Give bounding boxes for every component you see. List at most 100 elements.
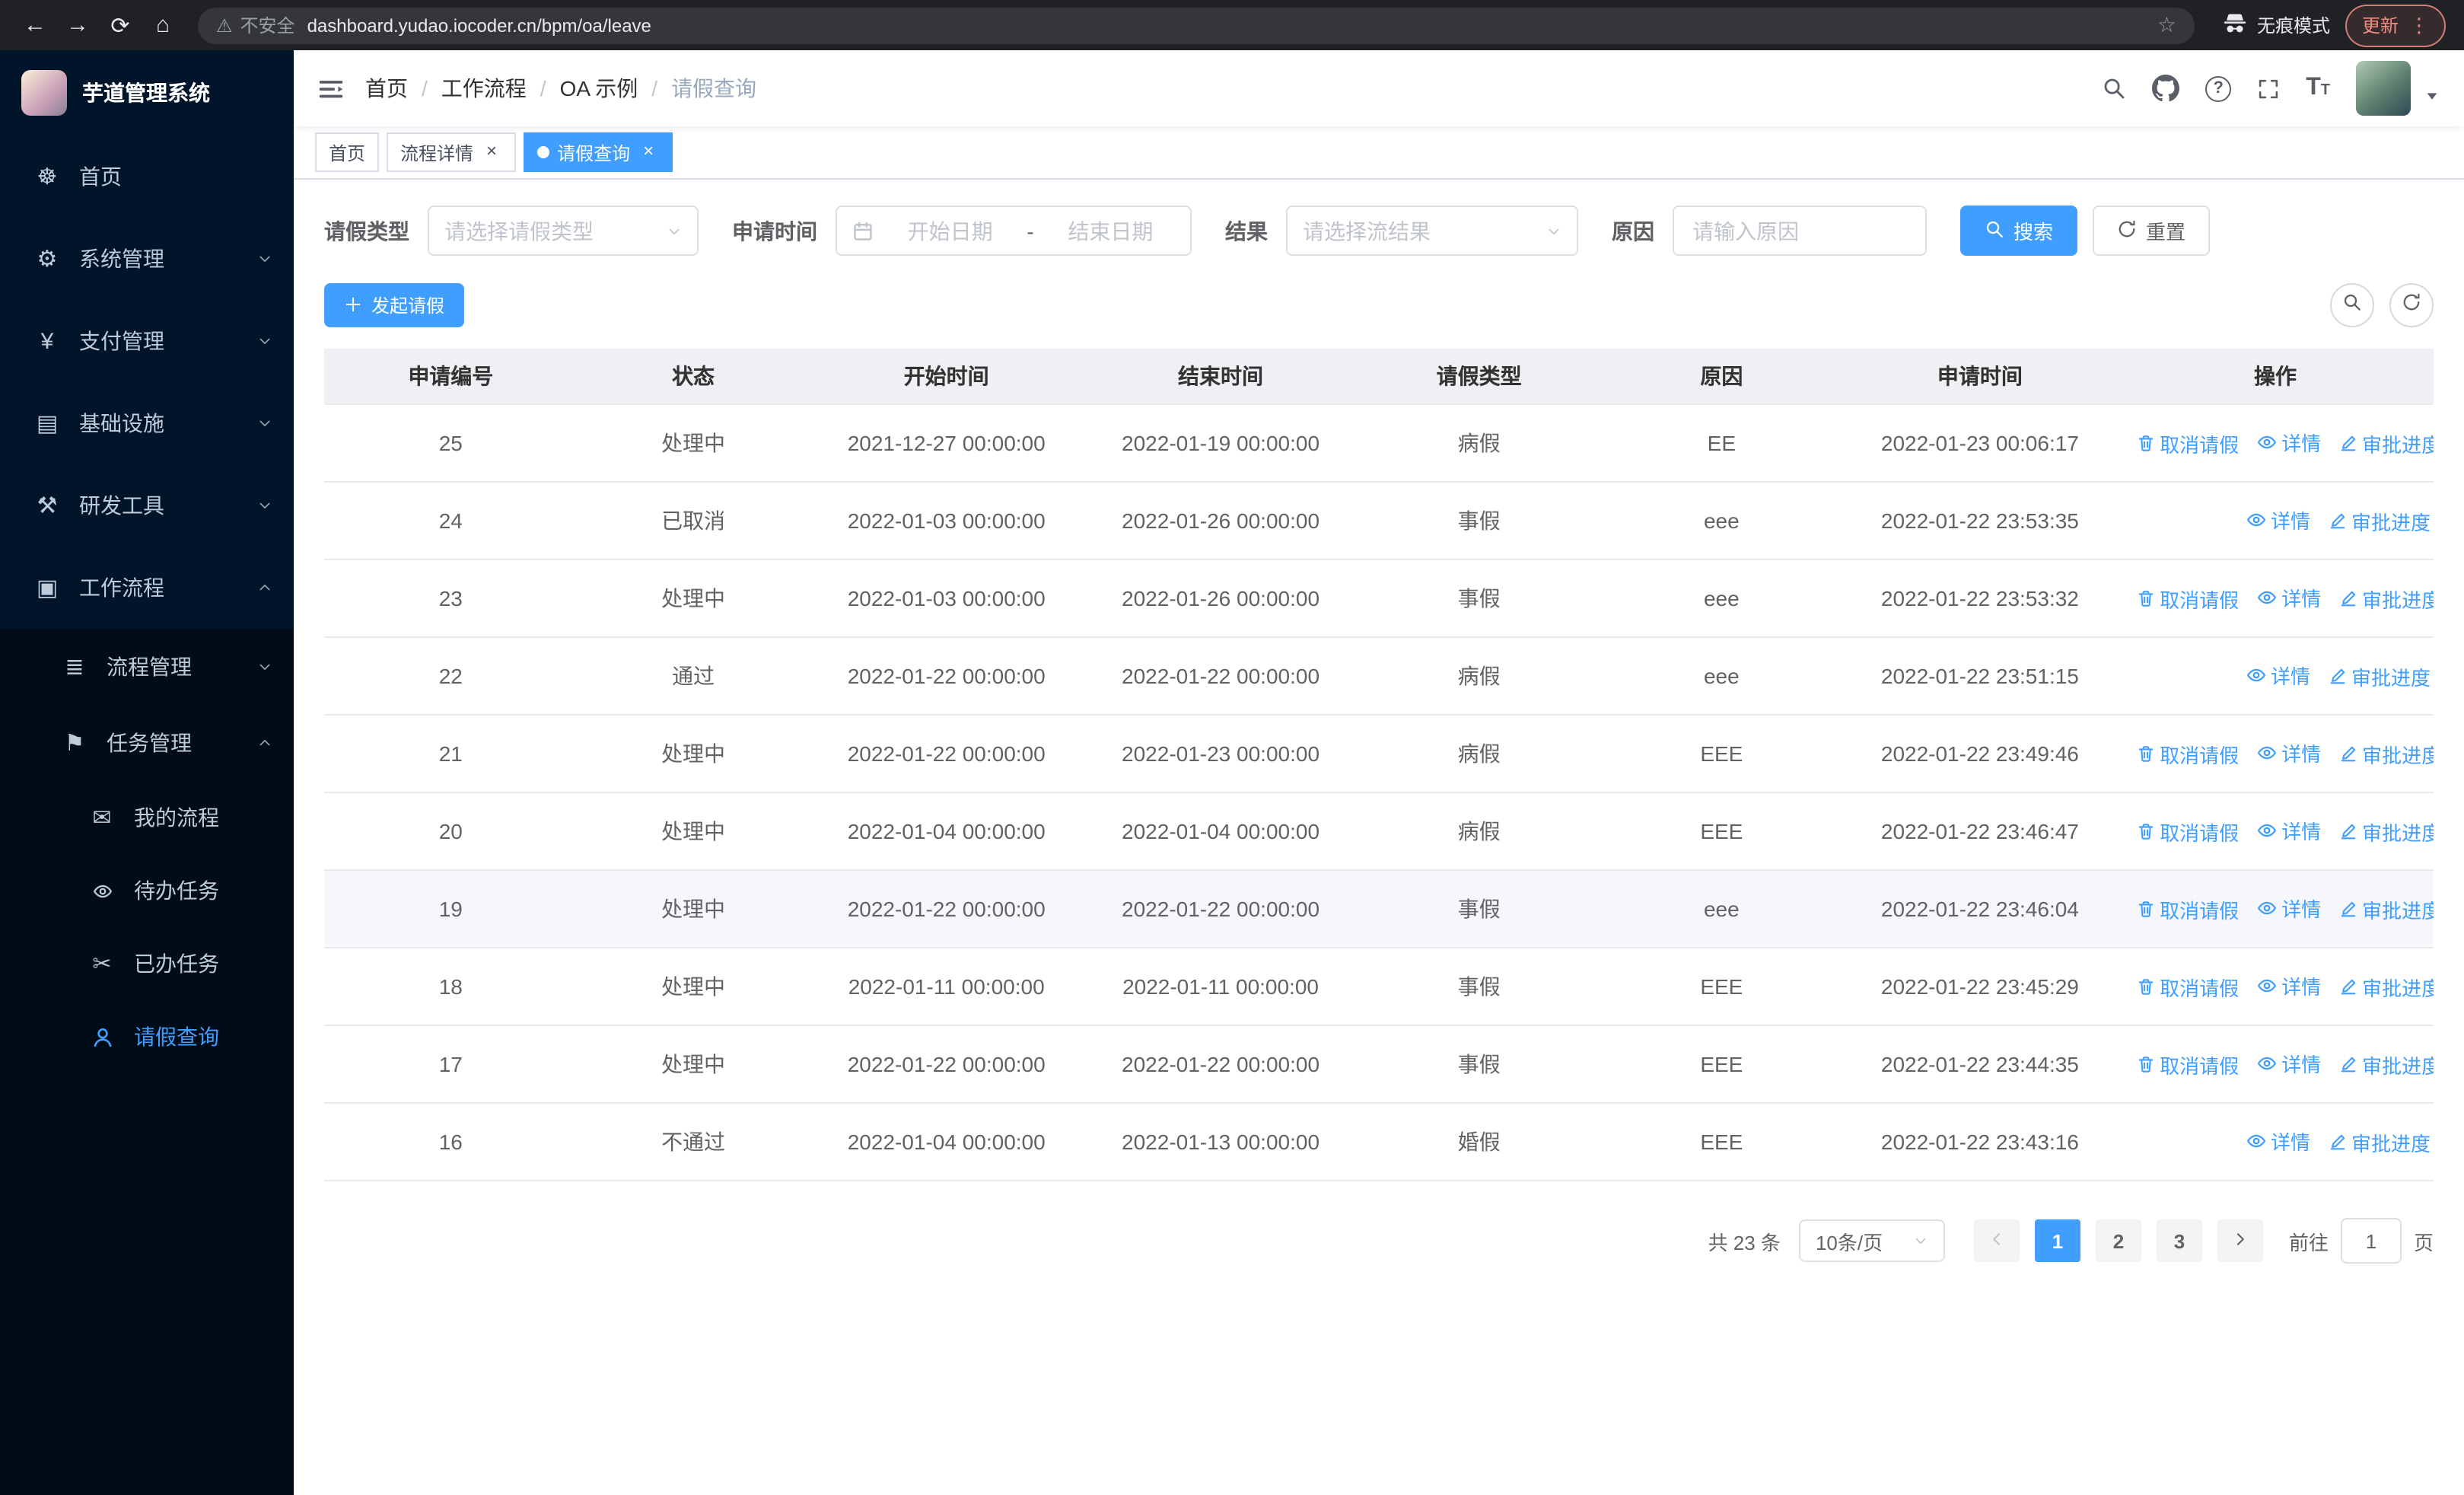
table-cell: 事假 [1358, 948, 1600, 1026]
hamburger-icon[interactable] [318, 75, 344, 101]
create-leave-button[interactable]: 发起请假 [324, 283, 465, 327]
fullscreen-icon[interactable] [2257, 77, 2280, 100]
bookmark-star-icon[interactable]: ☆ [2157, 12, 2176, 38]
table-cell: 事假 [1358, 482, 1600, 560]
address-bar[interactable]: ⚠ 不安全 dashboard.yudao.iocoder.cn/bpm/oa/… [198, 7, 2195, 43]
sidebar-filler [0, 1073, 294, 1495]
forward-button[interactable]: → [58, 5, 97, 45]
github-icon[interactable] [2152, 75, 2180, 102]
sidebar-item-task-management[interactable]: ⚑ 任务管理 [0, 705, 294, 781]
reset-button[interactable]: 重置 [2093, 206, 2211, 256]
col-status: 状态 [577, 349, 810, 405]
page-button-2[interactable]: 2 [2095, 1219, 2141, 1262]
table-cell: 2022-01-03 00:00:00 [809, 559, 1084, 638]
next-page-button[interactable] [2217, 1219, 2263, 1262]
back-button[interactable]: ← [15, 5, 55, 45]
update-button[interactable]: 更新 ⋮ [2345, 4, 2446, 46]
table-cell: EEE [1600, 948, 1843, 1026]
detail-link[interactable]: 详情 [2257, 739, 2321, 768]
sidebar-item-process-management[interactable]: ≣ 流程管理 [0, 629, 294, 705]
approval-progress-link[interactable]: 审批进度 [2339, 1050, 2434, 1079]
sidebar-item-infrastructure[interactable]: ▤ 基础设施 [0, 382, 294, 464]
page-button-1[interactable]: 1 [2034, 1219, 2080, 1262]
browser-menu-dots-icon[interactable]: ⋮ [2409, 13, 2429, 37]
sidebar-item-system[interactable]: ⚙ 系统管理 [0, 218, 294, 300]
breadcrumb-item[interactable]: 首页 [365, 73, 408, 104]
actions-cell: 取消请假 详情 审批进度 [2117, 715, 2434, 793]
result-select[interactable]: 请选择流结果 [1286, 206, 1578, 256]
sidebar-item-workflow[interactable]: ▣ 工作流程 [0, 547, 294, 629]
security-chip[interactable]: ⚠ 不安全 [216, 12, 295, 38]
reason-input[interactable] [1673, 206, 1927, 256]
approval-progress-link[interactable]: 审批进度 [2339, 429, 2434, 458]
sidebar-item-leave-query[interactable]: 请假查询 [0, 1000, 294, 1073]
cancel-leave-link[interactable]: 取消请假 [2137, 818, 2239, 846]
help-icon[interactable]: ? [2205, 75, 2232, 101]
detail-link[interactable]: 详情 [2246, 661, 2310, 690]
tab-close-icon[interactable]: × [638, 141, 659, 163]
user-avatar[interactable] [2356, 61, 2411, 116]
approval-progress-link[interactable]: 审批进度 [2339, 740, 2434, 769]
leave-type-label: 请假类型 [324, 218, 409, 243]
refresh-table-button[interactable] [2389, 283, 2434, 327]
logo-image [21, 70, 67, 116]
chevron-down-icon [257, 659, 272, 674]
tab-close-icon[interactable]: × [481, 141, 502, 163]
sidebar-item-label: 基础设施 [79, 411, 164, 435]
approval-progress-link[interactable]: 审批进度 [2339, 818, 2434, 846]
cancel-leave-link[interactable]: 取消请假 [2137, 740, 2239, 769]
approval-progress-link[interactable]: 审批进度 [2329, 507, 2431, 536]
cancel-leave-link[interactable]: 取消请假 [2137, 585, 2239, 614]
search-button[interactable]: 搜索 [1960, 206, 2078, 256]
page-size-select[interactable]: 10条/页 [1798, 1219, 1945, 1262]
font-size-icon[interactable]: TT [2306, 75, 2330, 100]
view-tab-leave-query[interactable]: 请假查询 × [524, 132, 673, 172]
actions-cell: 取消请假 详情 审批进度 [2117, 948, 2434, 1026]
view-tab-process-detail[interactable]: 流程详情 × [387, 132, 517, 172]
home-button[interactable]: ⌂ [143, 5, 183, 45]
sidebar-item-my-processes[interactable]: ✉ 我的流程 [0, 781, 294, 854]
table-cell: 2022-01-22 00:00:00 [809, 637, 1084, 716]
approval-progress-link[interactable]: 审批进度 [2329, 662, 2431, 691]
detail-link[interactable]: 详情 [2257, 1050, 2321, 1079]
detail-link[interactable]: 详情 [2257, 817, 2321, 846]
detail-link[interactable]: 详情 [2246, 506, 2310, 535]
detail-link[interactable]: 详情 [2257, 894, 2321, 923]
toggle-search-button[interactable] [2330, 283, 2374, 327]
sidebar-item-payment[interactable]: ¥ 支付管理 [0, 300, 294, 382]
sidebar-item-todo-tasks[interactable]: 待办任务 [0, 854, 294, 927]
detail-link[interactable]: 详情 [2257, 429, 2321, 457]
sidebar-item-done-tasks[interactable]: ✂ 已办任务 [0, 927, 294, 1000]
leave-type-select[interactable]: 请选择请假类型 [428, 206, 699, 256]
header-search-icon[interactable] [2102, 76, 2126, 100]
cancel-leave-link[interactable]: 取消请假 [2137, 973, 2239, 1002]
cancel-leave-link[interactable]: 取消请假 [2137, 895, 2239, 924]
cancel-leave-link[interactable]: 取消请假 [2137, 429, 2239, 458]
approval-progress-link[interactable]: 审批进度 [2339, 973, 2434, 1002]
approval-progress-link[interactable]: 审批进度 [2339, 895, 2434, 924]
table-cell: 16 [324, 1103, 578, 1181]
breadcrumb-item[interactable]: 工作流程 [441, 73, 527, 104]
cancel-leave-link[interactable]: 取消请假 [2137, 1050, 2239, 1079]
date-range-picker[interactable]: 开始日期 - 结束日期 [836, 206, 1192, 256]
detail-link[interactable]: 详情 [2257, 972, 2321, 1001]
approval-progress-link[interactable]: 审批进度 [2339, 585, 2434, 614]
sidebar-item-home[interactable]: ☸ 首页 [0, 135, 294, 218]
view-tab-home[interactable]: 首页 [315, 132, 380, 172]
breadcrumb-item[interactable]: OA 示例 [560, 73, 638, 104]
sidebar-item-dev-tools[interactable]: ⚒ 研发工具 [0, 464, 294, 547]
user-dropdown-caret-icon[interactable] [2424, 88, 2440, 104]
reload-button[interactable]: ⟳ [100, 5, 140, 45]
approval-progress-link[interactable]: 审批进度 [2329, 1128, 2431, 1157]
edit-icon [2339, 1056, 2357, 1074]
detail-link[interactable]: 详情 [2246, 1127, 2310, 1156]
table-cell: EEE [1600, 715, 1843, 793]
detail-link[interactable]: 详情 [2257, 584, 2321, 613]
goto-page-input[interactable] [2340, 1218, 2402, 1264]
page-button-3[interactable]: 3 [2156, 1219, 2202, 1262]
prev-page-button[interactable] [1973, 1219, 2020, 1262]
apply-time-label: 申请时间 [732, 218, 817, 243]
app-root: 芋道管理系统 ☸ 首页 ⚙ 系统管理 ¥ 支付管理 ▤ 基础设施 ⚒ 研发工具 ▣ 工作流程 ≣ 流程管理… [0, 50, 2464, 1495]
actions-cell: 取消请假 详情 审批进度 [2117, 792, 2434, 871]
table-cell: 2022-01-22 23:51:15 [1842, 637, 2118, 716]
